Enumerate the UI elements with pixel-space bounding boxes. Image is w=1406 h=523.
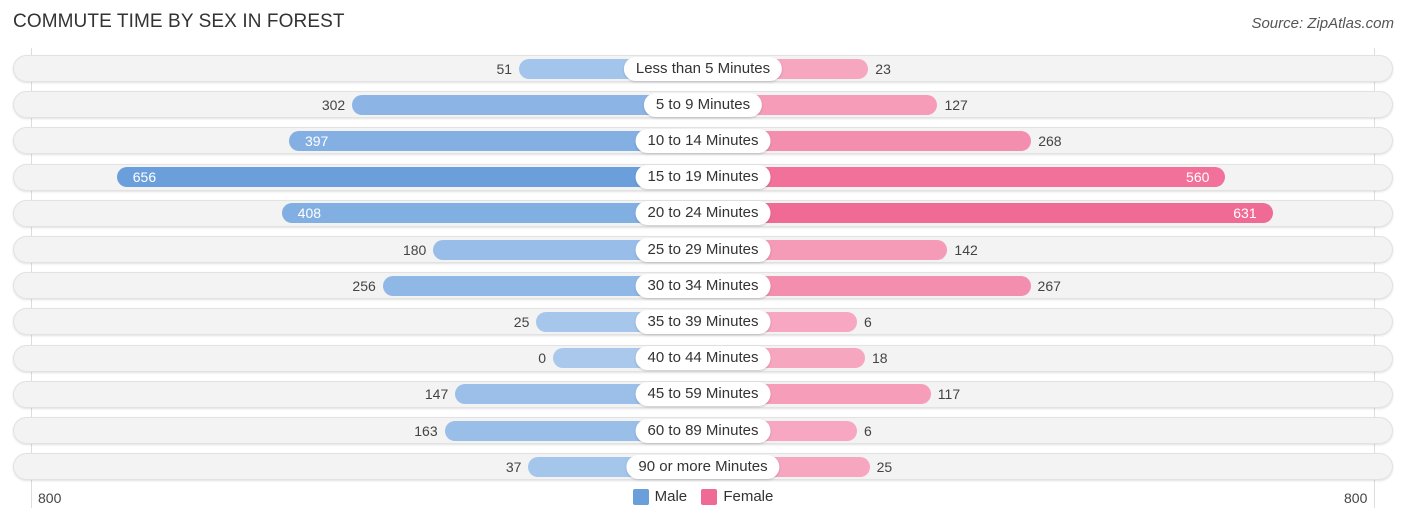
value-label-male: 147 (424, 386, 449, 403)
value-label-female: 142 (954, 241, 978, 258)
category-label: 40 to 44 Minutes (635, 346, 771, 371)
category-label: 20 to 24 Minutes (635, 201, 771, 226)
value-label-female: 18 (871, 350, 888, 367)
value-label-male: 163 (414, 422, 438, 439)
value-label-female: 25 (876, 458, 893, 475)
category-label: 10 to 14 Minutes (635, 128, 771, 153)
category-label: Less than 5 Minutes (623, 56, 783, 81)
value-label-male: 37 (505, 458, 522, 475)
category-label: 15 to 19 Minutes (635, 165, 771, 190)
value-label-male: 408 (297, 205, 322, 222)
value-label-female: 127 (944, 96, 968, 113)
value-label-male: 180 (402, 241, 427, 258)
bar-female[interactable] (703, 203, 1273, 224)
category-label: 5 to 9 Minutes (643, 92, 763, 117)
legend-item-male[interactable]: Male (632, 488, 688, 505)
value-label-male: 25 (513, 313, 530, 330)
bar-female[interactable] (703, 167, 1226, 188)
value-label-female: 631 (1233, 205, 1257, 222)
value-label-male: 51 (496, 60, 513, 77)
value-label-female: 6 (863, 313, 872, 330)
value-label-male: 0 (538, 350, 546, 367)
value-label-female: 560 (1186, 169, 1210, 186)
category-label: 35 to 39 Minutes (635, 309, 771, 334)
category-label: 60 to 89 Minutes (635, 418, 771, 443)
legend: Male Female (0, 488, 1406, 509)
category-label: 90 or more Minutes (626, 454, 780, 479)
category-label: 25 to 29 Minutes (635, 237, 771, 262)
legend-swatch-male (632, 488, 649, 505)
value-label-male: 397 (304, 132, 329, 149)
value-label-male: 302 (321, 96, 346, 113)
bar-male[interactable] (116, 167, 703, 188)
legend-item-female[interactable]: Female (701, 488, 773, 505)
value-label-female: 268 (1038, 132, 1062, 149)
chart-title: COMMUTE TIME BY SEX IN FOREST (13, 11, 345, 32)
legend-label-male: Male (654, 488, 688, 505)
legend-label-female: Female (723, 488, 774, 505)
source-label: Source: ZipAtlas.com (1251, 15, 1394, 32)
category-label: 30 to 34 Minutes (635, 273, 771, 298)
category-label: 45 to 59 Minutes (635, 382, 771, 407)
value-label-female: 23 (875, 60, 891, 77)
value-label-female: 267 (1037, 277, 1061, 294)
value-label-male: 656 (132, 169, 157, 186)
value-label-male: 256 (352, 277, 376, 294)
legend-swatch-female (701, 488, 718, 505)
value-label-female: 117 (937, 386, 961, 403)
value-label-female: 6 (863, 422, 872, 439)
